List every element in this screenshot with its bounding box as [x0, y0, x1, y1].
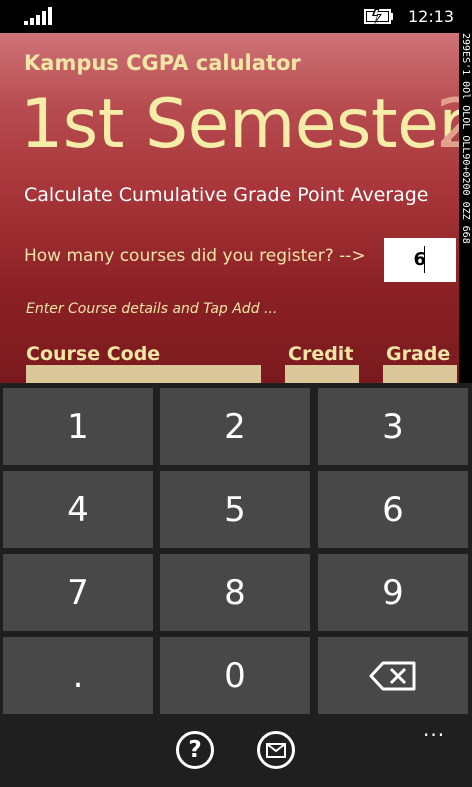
grade-input[interactable] [383, 365, 457, 383]
battery-charging-icon [364, 8, 393, 25]
status-time: 12:13 [408, 7, 455, 26]
key-4[interactable]: 4 [3, 471, 153, 548]
help-icon: ? [188, 737, 202, 763]
key-5[interactable]: 5 [160, 471, 310, 548]
help-button[interactable]: ? [176, 731, 214, 769]
key-7[interactable]: 7 [3, 554, 153, 631]
page-title: 1st Semester [20, 85, 459, 164]
signal-bars-icon [24, 7, 52, 25]
mail-icon [266, 742, 286, 758]
key-6[interactable]: 6 [318, 471, 468, 548]
more-options-button[interactable]: ... [423, 717, 445, 741]
app-bar: ? ... [0, 715, 472, 787]
courses-question-label: How many courses did you register? --> [24, 246, 366, 266]
key-0[interactable]: 0 [160, 637, 310, 714]
instruction-hint: Enter Course details and Tap Add ... [26, 301, 278, 317]
app-panorama: Kampus CGPA calulator 1st Semester 2 Cal… [0, 33, 459, 383]
key-2[interactable]: 2 [160, 388, 310, 465]
next-page-peek[interactable]: 2 [436, 85, 459, 164]
key-9[interactable]: 9 [318, 554, 468, 631]
mail-button[interactable] [257, 731, 295, 769]
course-code-input[interactable] [26, 365, 261, 383]
key-8[interactable]: 8 [160, 554, 310, 631]
side-ticker: 299ES'1 0Ol OLOL OLL90+0200 0ZZ 668 [459, 33, 472, 383]
key-3[interactable]: 3 [318, 388, 468, 465]
credit-input[interactable] [285, 365, 359, 383]
courses-count-input[interactable]: 6 [384, 238, 456, 282]
key-decimal[interactable]: . [3, 637, 153, 714]
app-title: Kampus CGPA calulator [24, 51, 301, 75]
grade-label: Grade [386, 343, 451, 365]
backspace-icon [369, 661, 416, 690]
credit-label: Credit [288, 343, 354, 365]
page-subtitle: Calculate Cumulative Grade Point Average [24, 184, 429, 206]
key-backspace[interactable] [318, 637, 468, 714]
key-1[interactable]: 1 [3, 388, 153, 465]
numeric-keypad: 1 2 3 4 5 6 7 8 9 . 0 [0, 383, 472, 715]
text-caret [424, 246, 425, 273]
course-code-label: Course Code [26, 343, 161, 365]
side-ticker-text: 299ES'1 0Ol OLOL OLL90+0200 0ZZ 668 [460, 33, 471, 244]
status-bar: 12:13 [0, 0, 472, 33]
